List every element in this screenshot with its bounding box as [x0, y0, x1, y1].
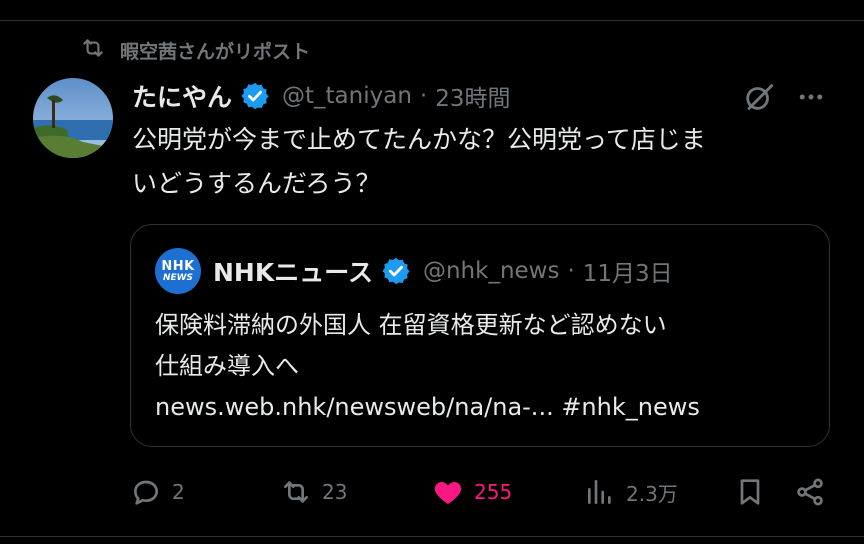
repost-count: 23 [322, 480, 348, 504]
quoted-text-line-1: 保険料滞納の外国人 在留資格更新など認めない [155, 311, 667, 339]
repost-icon [80, 35, 106, 66]
reply-button[interactable]: 2 [130, 472, 185, 512]
post-text-line-2: いどうするんだろう？ [132, 169, 381, 198]
more-options-icon[interactable] [794, 82, 828, 112]
reply-icon [134, 480, 158, 505]
quoted-verified-badge-icon [382, 257, 410, 285]
author-handle[interactable]: @t_taniyan [282, 83, 412, 109]
views-bar-chart-icon [588, 480, 611, 504]
view-count: 2.3万 [626, 481, 678, 506]
action-bar: 2 23 255 2.3万 [0, 472, 864, 512]
views-button[interactable]: 2.3万 [584, 472, 678, 512]
quoted-text-line-2: 仕組み導入へ [155, 352, 299, 380]
quoted-post-header: NHK NEWS NHKニュース @nhk_news · 11月3日 [155, 248, 673, 294]
like-button[interactable]: 255 [432, 472, 512, 512]
post-text-line-1: 公明党が今まで止めてたんかな？公明党って店じま [132, 125, 706, 154]
repost-icon [284, 481, 308, 503]
share-icon [797, 478, 823, 506]
quoted-post-card[interactable]: NHK NEWS NHKニュース @nhk_news · 11月3日 保険料滞納… [130, 224, 830, 447]
bookmark-button[interactable] [734, 472, 766, 512]
bottom-divider [0, 536, 864, 537]
bookmark-icon [740, 479, 760, 505]
quoted-author-name[interactable]: NHKニュース [213, 253, 373, 289]
separator-dot: · [419, 83, 428, 109]
author-display-name[interactable]: たにやん [132, 78, 232, 114]
share-button[interactable] [794, 472, 826, 512]
repost-banner[interactable]: 暇空茜さんがリポスト [80, 36, 310, 64]
quoted-separator-dot: · [567, 258, 575, 284]
quoted-author-handle[interactable]: @nhk_news [423, 258, 560, 284]
quoted-post-text: 保険料滞納の外国人 在留資格更新など認めない 仕組み導入へ news.web.n… [155, 305, 805, 428]
avatar[interactable] [33, 78, 113, 158]
reply-count: 2 [172, 480, 185, 504]
repost-button[interactable]: 23 [280, 472, 347, 512]
post-text: 公明党が今まで止めてたんかな？公明党って店じま いどうするんだろう？ [132, 118, 832, 206]
repost-banner-text: 暇空茜さんがリポスト [120, 40, 311, 63]
like-count: 255 [474, 480, 513, 504]
verified-badge-icon[interactable] [240, 81, 270, 111]
quoted-post-time: 11月3日 [582, 261, 673, 287]
post-header: たにやん @t_taniyan · 23時間 [132, 76, 511, 116]
quoted-text-line-3[interactable]: news.web.nhk/newsweb/na/na-... #nhk_news [155, 387, 805, 428]
nhk-news-logo[interactable]: NHK NEWS [155, 248, 201, 294]
post-time[interactable]: 23時間 [435, 79, 510, 113]
heart-icon [434, 482, 462, 504]
grok-icon[interactable] [742, 80, 776, 114]
top-divider [0, 20, 864, 21]
